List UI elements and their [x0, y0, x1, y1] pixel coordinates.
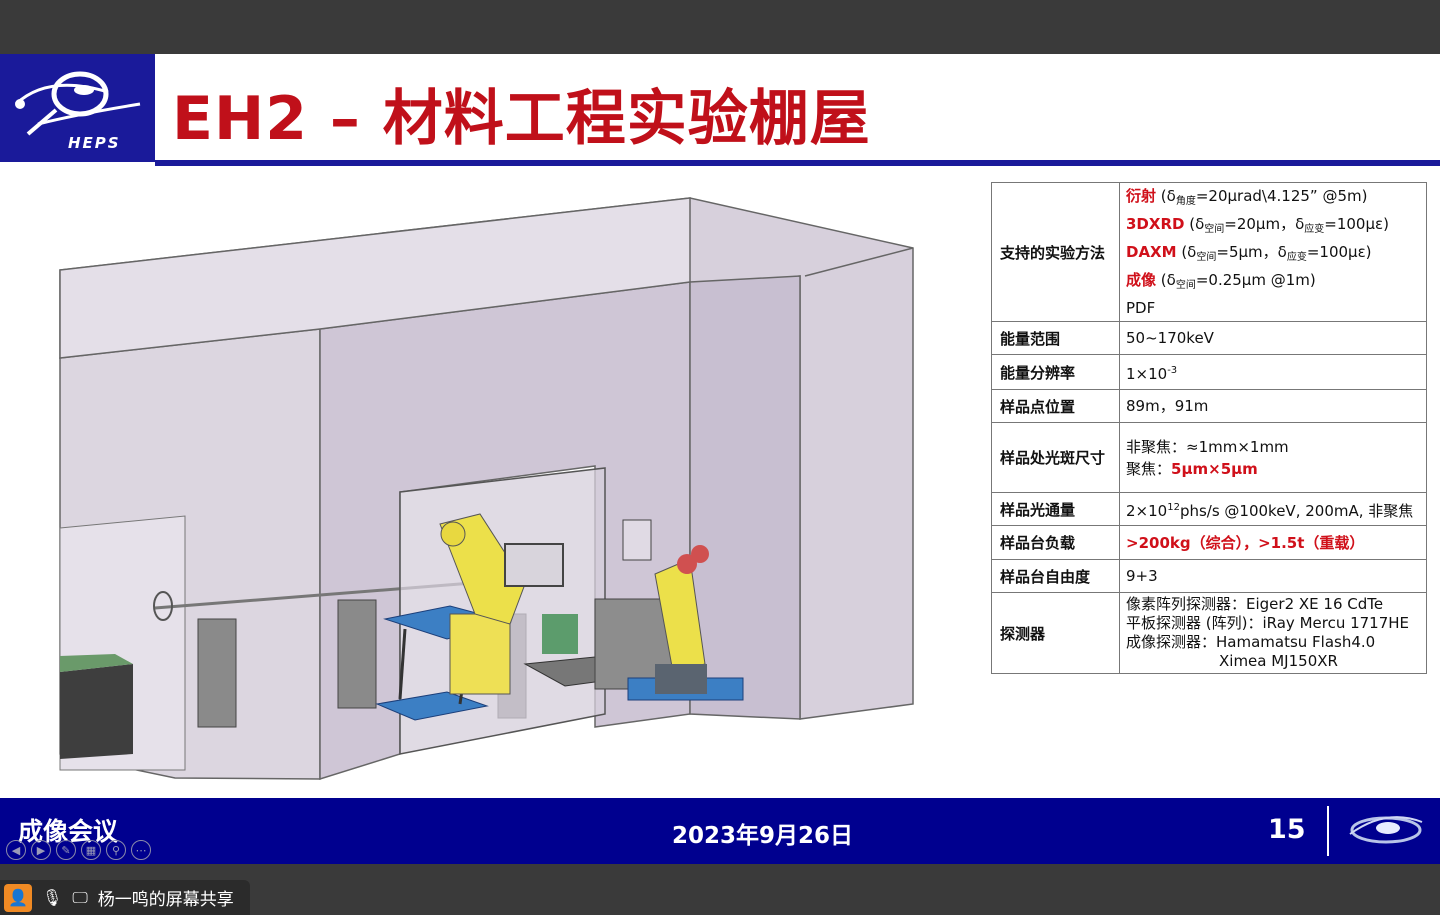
heps-logo-icon [14, 71, 141, 136]
presentation-slide: HEPS EH2 – 材料工程实验棚屋 支持的实验方法 衍射 (δ角度=20μr… [0, 54, 1440, 864]
spec-methods-cell: 衍射 (δ角度=20μrad\4.125” @5m) 3DXRD (δ空间=20… [1119, 182, 1427, 322]
pen-icon[interactable]: ✎ [56, 840, 76, 860]
spec-row-load: 样品台负载 >200kg（综合），>1.5t（重载） [991, 525, 1427, 560]
spec-row-energy-res: 能量分辨率 1×10-3 [991, 354, 1427, 390]
slide-footer: 成像会议 2023年9月26日 15 ◀ ▶ ✎ ▦ ⚲ ⋯ [0, 798, 1440, 864]
method-line: 3DXRD (δ空间=20μm，δ应变=100με) [1126, 215, 1389, 235]
heps-logo: HEPS [0, 54, 155, 162]
footer-page-number: 15 [1268, 814, 1306, 845]
footer-logo-icon [1349, 816, 1423, 844]
spec-row-energy-range: 能量范围 50~170keV [991, 321, 1427, 355]
prev-slide-icon[interactable]: ◀ [6, 840, 26, 860]
method-line: DAXM (δ空间=5μm，δ应变=100με) [1126, 243, 1372, 263]
spec-row-methods: 支持的实验方法 衍射 (δ角度=20μrad\4.125” @5m) 3DXRD… [991, 182, 1427, 322]
screen-share-icon: 🖵 [72, 887, 88, 907]
method-line: 衍射 (δ角度=20μrad\4.125” @5m) [1126, 187, 1368, 207]
next-slide-icon[interactable]: ▶ [31, 840, 51, 860]
spec-table: 支持的实验方法 衍射 (δ角度=20μrad\4.125” @5m) 3DXRD… [991, 182, 1427, 674]
spec-key: 支持的实验方法 [991, 182, 1120, 322]
slide-controls: ◀ ▶ ✎ ▦ ⚲ ⋯ [6, 840, 151, 860]
footer-divider [1327, 806, 1329, 856]
spec-row-dof: 样品台自由度 9+3 [991, 559, 1427, 593]
more-icon[interactable]: ⋯ [131, 840, 151, 860]
spec-row-flux: 样品光通量 2×1012phs/s @100keV, 200mA, 非聚焦 [991, 492, 1427, 526]
slide-title: EH2 – 材料工程实验棚屋 [172, 84, 871, 154]
user-icon: 👤 [4, 883, 32, 912]
method-line: PDF [1126, 299, 1156, 317]
spec-row-sample-pos: 样品点位置 89m，91m [991, 389, 1427, 423]
meeting-top-bar [0, 0, 1440, 54]
logo-text: HEPS [68, 134, 121, 152]
spec-row-spot: 样品处光斑尺寸 非聚焦：≈1mm×1mm 聚焦：5μm×5μm [991, 422, 1427, 493]
spec-row-detector: 探测器 像素阵列探测器：Eiger2 XE 16 CdTe 平板探测器 (阵列)… [991, 592, 1427, 674]
hutch-cad-illustration [59, 197, 914, 781]
zoom-icon[interactable]: ⚲ [106, 840, 126, 860]
slides-icon[interactable]: ▦ [81, 840, 101, 860]
microphone-icon[interactable]: 🎙 [42, 888, 62, 907]
footer-date: 2023年9月26日 [672, 823, 854, 849]
screen-share-bar[interactable]: 👤 🎙 🖵 杨一鸣的屏幕共享 [0, 880, 250, 915]
method-line: 成像 (δ空间=0.25μm @1m) [1126, 271, 1316, 291]
share-label: 杨一鸣的屏幕共享 [97, 890, 234, 910]
title-rule [155, 160, 1440, 166]
